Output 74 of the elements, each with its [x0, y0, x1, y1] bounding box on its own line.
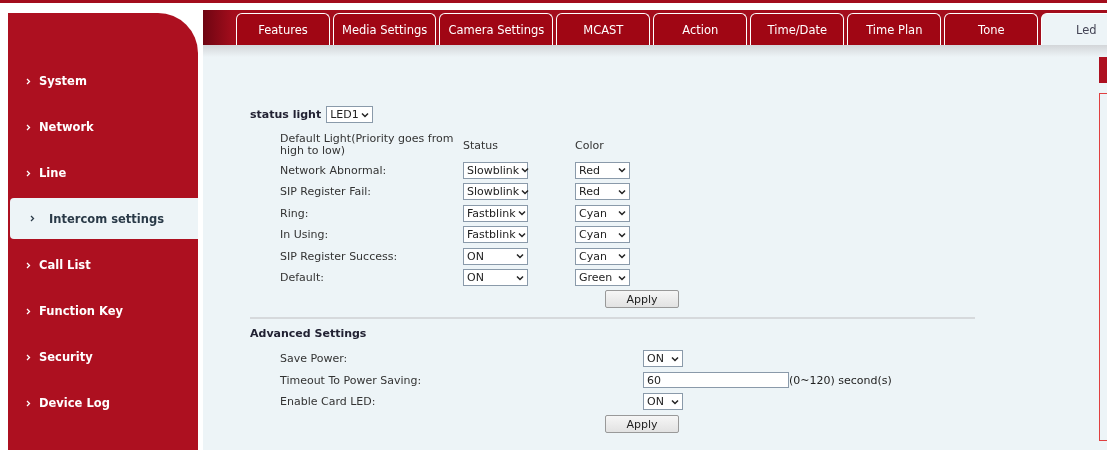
- caret-icon: [618, 274, 626, 281]
- caret-icon: [516, 274, 524, 281]
- dropdown[interactable]: ON: [463, 247, 528, 265]
- side-tab[interactable]: [1099, 57, 1107, 83]
- chevron-icon: [30, 215, 35, 222]
- caret-icon: [618, 210, 626, 216]
- caret-icon: [360, 111, 369, 118]
- dropdown[interactable]: ON: [463, 269, 528, 286]
- chevron-icon: [26, 169, 31, 177]
- chevron-icon: [26, 399, 31, 407]
- caret-icon: [618, 167, 626, 173]
- tab[interactable]: Features: [236, 13, 330, 45]
- tab[interactable]: Time Plan: [847, 13, 942, 45]
- field-label: Timeout To Power Saving:: [280, 373, 423, 387]
- column-header: Default Light(Priority goes from high to low): [280, 133, 455, 157]
- caret-icon: [618, 253, 626, 259]
- sidebar-item[interactable]: Call List: [8, 242, 198, 288]
- caret-icon: [671, 398, 679, 405]
- unit-hint: (0~120) second(s): [789, 373, 892, 387]
- chevron-icon: [26, 307, 31, 315]
- row-label: Ring:: [280, 206, 310, 220]
- apply-button[interactable]: Apply: [605, 415, 679, 433]
- column-header: Status: [463, 138, 500, 152]
- dropdown[interactable]: ON: [643, 350, 683, 367]
- chevron-icon: [26, 77, 31, 85]
- caret-icon: [618, 231, 626, 238]
- section-title: Advanced Settings: [250, 327, 368, 340]
- dropdown[interactable]: Cyan: [575, 226, 630, 243]
- sidebar-item[interactable]: Intercom settings: [10, 198, 198, 239]
- row-label: Default:: [280, 271, 325, 284]
- tab[interactable]: Action: [653, 13, 748, 45]
- row-label: Network Abnormal:: [280, 163, 388, 177]
- dropdown[interactable]: Fastblink: [463, 226, 528, 243]
- field-label: Save Power:: [280, 352, 349, 365]
- chevron-icon: [26, 123, 31, 131]
- row-label: SIP Register Fail:: [280, 185, 373, 198]
- dropdown[interactable]: Red: [575, 183, 630, 200]
- dropdown[interactable]: Green: [575, 269, 630, 286]
- dropdown[interactable]: Cyan: [575, 247, 630, 265]
- row-label: SIP Register Success:: [280, 249, 399, 263]
- tab[interactable]: Time/Date: [750, 13, 845, 45]
- column-header: Color: [575, 138, 605, 152]
- field-label: status light: [250, 108, 322, 121]
- caret-icon: [516, 253, 524, 259]
- dropdown[interactable]: ON: [643, 393, 683, 410]
- chevron-icon: [26, 353, 31, 361]
- tab[interactable]: Led: [1041, 13, 1107, 45]
- tab[interactable]: MCAST: [556, 13, 651, 45]
- chevron-icon: [26, 261, 31, 269]
- sidebar-item[interactable]: Security: [8, 334, 198, 380]
- caret-icon: [521, 188, 530, 195]
- input-field[interactable]: 60: [643, 372, 789, 388]
- apply-button[interactable]: Apply: [605, 290, 679, 308]
- sidebar-item[interactable]: System: [8, 58, 198, 104]
- dropdown[interactable]: Cyan: [575, 204, 630, 222]
- sidebar-item[interactable]: Device Log: [8, 380, 198, 426]
- dropdown[interactable]: LED1: [326, 106, 373, 123]
- field-label: Enable Card LED:: [280, 395, 377, 408]
- caret-icon: [521, 167, 530, 173]
- tab[interactable]: Media Settings: [333, 13, 437, 45]
- dropdown[interactable]: Slowblink: [463, 183, 528, 200]
- dropdown[interactable]: Red: [575, 161, 630, 179]
- row-label: In Using:: [280, 228, 330, 241]
- sidebar-item[interactable]: Line: [8, 150, 198, 196]
- caret-icon: [517, 231, 526, 238]
- sidebar-item[interactable]: Function Key: [8, 288, 198, 334]
- dropdown[interactable]: Slowblink: [463, 161, 528, 179]
- tab[interactable]: Camera Settings: [439, 13, 554, 45]
- caret-icon: [618, 188, 626, 195]
- sidebar-item[interactable]: Network: [8, 104, 198, 150]
- tab[interactable]: Tone: [944, 13, 1039, 45]
- dropdown[interactable]: Fastblink: [463, 204, 528, 222]
- caret-icon: [517, 210, 526, 216]
- caret-icon: [671, 355, 679, 362]
